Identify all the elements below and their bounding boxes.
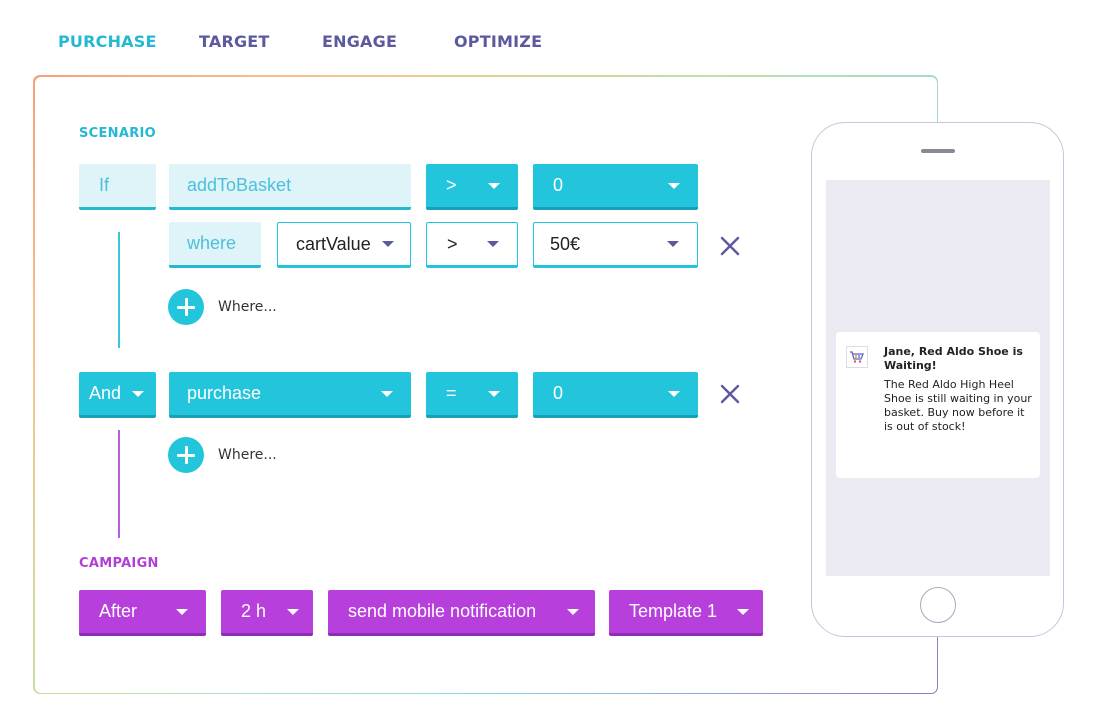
value-dropdown-1[interactable]: 0 [533, 164, 698, 210]
operator-dropdown-2-label: = [446, 383, 457, 403]
rule1-connector-line [118, 232, 120, 348]
and-keyword-dropdown[interactable]: And [79, 372, 156, 418]
where-keyword-label: where [187, 233, 237, 253]
add-where-label-1: Where... [218, 299, 277, 315]
event-dropdown-purchase[interactable]: purchase [169, 372, 411, 418]
where-keyword: where [169, 222, 261, 268]
remove-rule-icon[interactable] [718, 382, 742, 406]
chevron-down-icon [488, 390, 500, 397]
if-keyword: If [79, 164, 156, 210]
remove-where-icon[interactable] [718, 234, 742, 258]
chevron-down-icon [381, 390, 393, 397]
event-field-label: addToBasket [187, 175, 292, 195]
operator-dropdown-2[interactable]: = [426, 372, 518, 418]
tab-optimize[interactable]: OPTIMIZE [454, 32, 542, 51]
chevron-down-icon [668, 182, 680, 189]
chevron-down-icon [382, 241, 394, 247]
scenario-label: SCENARIO [79, 126, 157, 141]
plus-icon [168, 289, 204, 325]
timing-dropdown[interactable]: After [79, 590, 206, 636]
add-where-button-1[interactable]: Where... [168, 289, 277, 325]
action-dropdown-label: send mobile notification [348, 601, 537, 621]
chevron-down-icon [176, 608, 188, 615]
event-field-addtobasket[interactable]: addToBasket [169, 164, 411, 210]
chevron-down-icon [737, 608, 749, 615]
timing-dropdown-label: After [99, 601, 138, 621]
template-dropdown[interactable]: Template 1 [609, 590, 763, 636]
property-dropdown-cartvalue[interactable]: cartValue [277, 222, 411, 268]
property-dropdown-label: cartValue [296, 233, 371, 254]
chevron-down-icon [287, 608, 299, 615]
action-dropdown[interactable]: send mobile notification [328, 590, 595, 636]
tab-purchase[interactable]: PURCHASE [58, 32, 157, 51]
chevron-down-icon [667, 241, 679, 247]
tab-target[interactable]: TARGET [199, 32, 270, 51]
phone-speaker [921, 149, 955, 153]
notification-body: The Red Aldo High Heel Shoe is still wai… [884, 378, 1032, 433]
chevron-down-icon [668, 390, 680, 397]
rule2-connector-line [118, 430, 120, 538]
add-where-button-2[interactable]: Where... [168, 437, 277, 473]
add-where-label-2: Where... [218, 447, 277, 463]
delay-dropdown[interactable]: 2 h [221, 590, 313, 636]
campaign-label: CAMPAIGN [79, 556, 159, 571]
tab-engage[interactable]: ENGAGE [322, 32, 397, 51]
chevron-down-icon [132, 390, 144, 397]
chevron-down-icon [487, 241, 499, 247]
where-operator-dropdown[interactable]: > [426, 222, 518, 268]
where-value-label: 50€ [550, 233, 581, 254]
where-operator-label: > [447, 233, 458, 254]
template-dropdown-label: Template 1 [629, 601, 718, 621]
value-dropdown-2[interactable]: 0 [533, 372, 698, 418]
chevron-down-icon [488, 182, 500, 189]
shopping-cart-icon [846, 346, 868, 368]
where-value-dropdown[interactable]: 50€ [533, 222, 698, 268]
notification-title: Jane, Red Aldo Shoe is Waiting! [884, 345, 1023, 372]
plus-icon [168, 437, 204, 473]
push-notification[interactable]: Jane, Red Aldo Shoe is Waiting! The Red … [836, 332, 1040, 478]
if-keyword-label: If [99, 175, 110, 195]
operator-dropdown-1[interactable]: > [426, 164, 518, 210]
chevron-down-icon [567, 608, 579, 615]
event-dropdown-label: purchase [187, 383, 262, 403]
value-dropdown-1-label: 0 [553, 175, 564, 195]
operator-dropdown-1-label: > [446, 175, 457, 195]
phone-home-button [920, 587, 956, 623]
value-dropdown-2-label: 0 [553, 383, 564, 403]
and-keyword-label: And [89, 383, 122, 403]
delay-dropdown-label: 2 h [241, 601, 267, 621]
